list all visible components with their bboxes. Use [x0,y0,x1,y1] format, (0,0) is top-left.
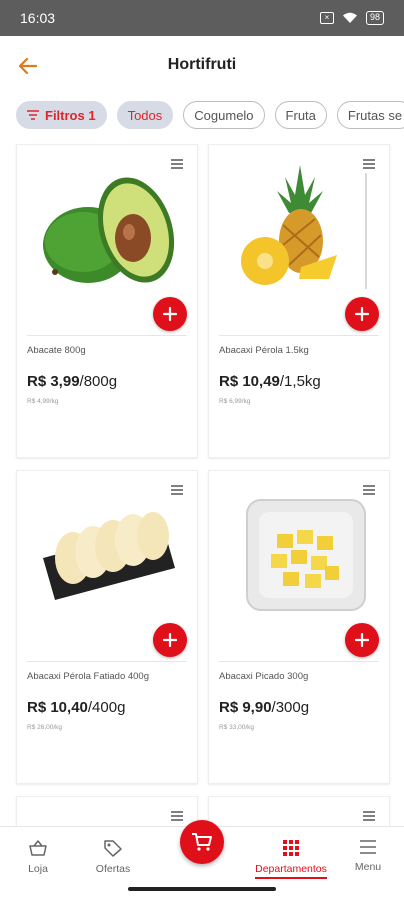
plus-icon [163,633,177,647]
price-value: R$ 9,90 [219,699,272,716]
list-icon[interactable] [363,159,375,169]
nav-item-loja[interactable]: Loja [3,839,73,875]
nav-label: Loja [28,863,48,875]
add-to-cart-button[interactable] [345,623,379,657]
nav-item-departamentos[interactable]: Departamentos [255,839,327,879]
product-price: R$ 10,49/1,5kg [219,373,321,390]
chip-frutas-secas[interactable]: Frutas se [336,101,404,129]
filter-label: Filtros 1 [45,107,96,123]
sliced-pineapple-image [17,471,199,631]
list-icon[interactable] [171,811,183,821]
price-unit: /800g [79,373,118,390]
status-bar: 16:03 × 98 [0,0,404,36]
wifi-icon [342,12,357,23]
add-to-cart-button[interactable] [153,297,187,331]
list-icon[interactable] [171,485,183,495]
filter-chips: Filtros 1 Todos Cogumelo Fruta Frutas se [16,101,404,129]
list-icon[interactable] [171,159,183,169]
chip-fruta[interactable]: Fruta [274,101,327,129]
price-unit: /400g [87,699,126,716]
cart-button[interactable] [180,820,224,864]
plus-icon [355,633,369,647]
unit-price: R$ 33,00/kg [219,724,255,731]
product-price: R$ 9,90/300g [219,699,309,716]
product-price: R$ 10,40/400g [27,699,125,716]
avocado-image [17,145,199,305]
filter-button[interactable]: Filtros 1 [16,101,107,129]
price-value: R$ 10,40 [27,699,88,716]
add-to-cart-button[interactable] [153,623,187,657]
divider [27,335,187,336]
app-header: Hortifruti [0,36,404,94]
filter-icon [27,110,39,120]
home-indicator [128,887,276,891]
back-arrow-icon[interactable] [16,54,40,78]
divider [219,661,379,662]
status-time: 16:03 [20,10,56,26]
nav-label: Ofertas [95,863,131,875]
product-name: Abacaxi Picado 300g [219,671,309,682]
diced-pineapple-image [209,471,391,631]
product-name: Abacaxi Pérola Fatiado 400g [27,671,149,682]
nav-label: Menu [354,861,382,873]
list-icon[interactable] [363,811,375,821]
product-price: R$ 3,99/800g [27,373,117,390]
divider [219,335,379,336]
unit-price: R$ 6,99/kg [219,398,251,405]
list-icon[interactable] [363,485,375,495]
price-unit: /1,5kg [279,373,321,390]
price-value: R$ 10,49 [219,373,280,390]
plus-icon [355,307,369,321]
hamburger-menu-icon [360,840,376,854]
nav-item-menu[interactable]: Menu [333,839,403,873]
product-card[interactable]: Abacaxi Picado 300g R$ 9,90/300g R$ 33,0… [208,470,390,784]
price-value: R$ 3,99 [27,373,80,390]
grid-icon [283,840,299,856]
chip-cogumelo[interactable]: Cogumelo [183,101,265,129]
divider [27,661,187,662]
nav-label: Departamentos [255,863,327,879]
basket-icon [29,840,47,856]
product-name: Abacate 800g [27,345,86,356]
product-name: Abacaxi Pérola 1.5kg [219,345,309,356]
cart-icon [192,833,212,851]
product-card[interactable]: Abacate 800g R$ 3,99/800g R$ 4,99/kg [16,144,198,458]
unit-price: R$ 4,99/kg [27,398,59,405]
status-icons: × 98 [319,11,384,25]
page-title: Hortifruti [167,56,237,73]
product-card[interactable]: Abacaxi Pérola 1.5kg R$ 10,49/1,5kg R$ 6… [208,144,390,458]
add-to-cart-button[interactable] [345,297,379,331]
tag-icon [104,840,122,857]
unit-price: R$ 26,00/kg [27,724,63,731]
nav-item-ofertas[interactable]: Ofertas [78,839,148,875]
plus-icon [163,307,177,321]
chip-todos[interactable]: Todos [116,101,174,129]
notification-icon: × [319,12,334,24]
price-unit: /300g [271,699,310,716]
product-card[interactable]: Abacaxi Pérola Fatiado 400g R$ 10,40/400… [16,470,198,784]
pineapple-image [209,145,391,305]
battery-icon: 98 [365,11,384,25]
scroll-track [365,173,367,289]
